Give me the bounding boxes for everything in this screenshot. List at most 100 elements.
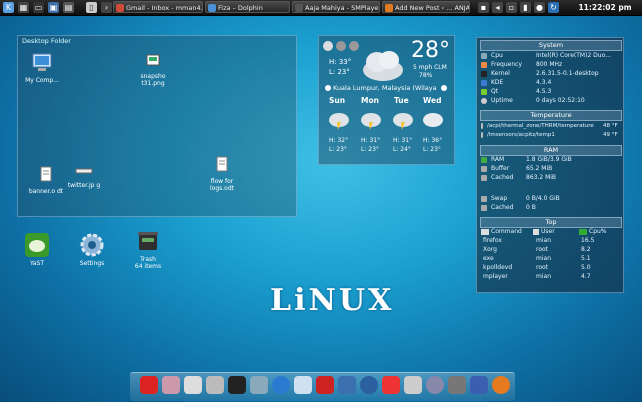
system-row: Qt 4.5.3	[481, 88, 621, 96]
desktop-icon-settings[interactable]: Settings	[72, 232, 112, 267]
chat-icon[interactable]	[426, 376, 444, 394]
system-row: Frequency 800 MHz	[481, 61, 621, 69]
qt-icon	[481, 89, 487, 95]
desktop-folder-widget: Desktop Folder My Comp... snapsho t31.pn…	[17, 35, 297, 217]
trash-small-icon[interactable]: ▯	[86, 2, 97, 13]
top-row: mplayer mian 4.7	[483, 273, 591, 280]
pager-icon[interactable]: ▣	[48, 2, 59, 13]
document-icon	[40, 166, 52, 182]
system-section-title: System	[480, 40, 622, 51]
desktop-icon-yast[interactable]: YaST	[17, 232, 57, 267]
folder-item-twitter[interactable]: twitter.jp g	[62, 166, 106, 189]
folder-item-label: twitter.jp g	[67, 182, 101, 189]
task-smplayer[interactable]: Aaja Mahiya - SMPlayer	[292, 1, 380, 13]
task-label: Add New Post ‹ ... ANJA	[395, 4, 470, 12]
ram-row: Buffer 65.2 MiB	[481, 165, 621, 173]
folder-item-label: flow for logs.odt	[209, 178, 234, 192]
terminal-icon[interactable]	[228, 376, 246, 394]
task-gmail[interactable]: Gmail - Inbox - mman4...	[113, 1, 203, 13]
network-icon[interactable]	[338, 376, 356, 394]
forecast-high: H: 36°	[423, 137, 443, 144]
humidity: 78%	[419, 72, 433, 79]
terminal-small-icon[interactable]: ›	[101, 2, 112, 13]
user-icon	[533, 229, 539, 235]
forecast-cloudy-icon	[423, 113, 443, 127]
tray-clipboard-icon[interactable]: ▫	[506, 2, 517, 13]
clock[interactable]: 11:22:02 pm	[569, 1, 641, 14]
ram-section-title: RAM	[480, 145, 622, 156]
smplayer-icon	[295, 4, 303, 12]
weather-widget: 28° H: 33° L: 23° 5 mph CLM 78% Kuala Lu…	[318, 35, 455, 165]
next-location-icon[interactable]	[441, 85, 447, 91]
swap-row: Cached 0 B	[481, 204, 621, 212]
media-icon[interactable]	[162, 376, 180, 394]
forecast-day: Tue	[394, 96, 409, 105]
uptime-icon	[481, 98, 487, 104]
folder-item-label: banner.o dt	[28, 188, 64, 195]
desktop-icon-trash[interactable]: Trash 64 items	[128, 228, 168, 270]
swap-row: Swap 0 B/4.0 GiB	[481, 195, 621, 203]
thermometer-icon	[481, 123, 483, 129]
kernel-icon	[481, 71, 487, 77]
pen-icon[interactable]	[250, 376, 268, 394]
office-icon[interactable]	[184, 376, 202, 394]
files-icon[interactable]: ▦	[18, 2, 29, 13]
ram-row: Cached 863.2 MiB	[481, 174, 621, 182]
task-dolphin[interactable]: Fiza – Dolphin	[205, 1, 290, 13]
system-row: Uptime 0 days 02:52:10	[481, 97, 621, 105]
ram-icon	[481, 157, 487, 163]
tray-update-icon[interactable]: ↻	[548, 2, 559, 13]
forecast-icons	[329, 113, 443, 130]
cpu-usage-icon	[579, 229, 587, 235]
temperature-row: /acpi/thermal_zone/THRM/temperature 48 °F	[481, 122, 621, 130]
previous-location-icon[interactable]	[325, 85, 331, 91]
tray-device-icon[interactable]: ●	[534, 2, 545, 13]
settings-icon[interactable]	[323, 41, 333, 51]
forecast-low: L: 23°	[423, 146, 441, 153]
firefox-icon	[385, 4, 393, 12]
folder-item-snapshot[interactable]: snapsho t31.png	[131, 53, 175, 87]
computer-icon	[32, 53, 52, 71]
folder-item-flow-for-logs[interactable]: flow for logs.odt	[200, 156, 244, 192]
kde-menu-icon[interactable]: K	[3, 2, 14, 13]
forecast-storm-icon	[329, 113, 349, 130]
forecast-storm-icon	[393, 113, 413, 130]
filezilla-icon[interactable]	[316, 376, 334, 394]
system-icon[interactable]	[470, 376, 488, 394]
system-row: Kernel 2.6.31.5-0.1-desktop	[481, 70, 621, 78]
temperature-row: /lmsensors/acpitz/temp1 49 °F	[481, 131, 621, 139]
task-label: Fiza – Dolphin	[218, 4, 263, 12]
tray-network-icon[interactable]: ▪	[478, 2, 489, 13]
document-icon	[216, 156, 228, 172]
trash-item-count: 64 items	[134, 263, 162, 270]
task-firefox[interactable]: Add New Post ‹ ... ANJA	[382, 1, 470, 13]
pdf-icon[interactable]	[382, 376, 400, 394]
folder-item-label: snapsho t31.png	[140, 73, 166, 87]
folder-item-label: My Comp...	[25, 77, 59, 84]
opera-icon[interactable]	[140, 376, 158, 394]
forecast-storm-icon	[361, 113, 381, 130]
folder-item-my-computer[interactable]: My Comp...	[20, 53, 64, 84]
disk-icon[interactable]	[448, 376, 466, 394]
printer-icon[interactable]	[404, 376, 422, 394]
play-icon[interactable]	[272, 376, 290, 394]
forecast-low: L: 24°	[393, 146, 411, 153]
buffer-icon	[481, 166, 487, 172]
tray-volume-icon[interactable]: ◂	[492, 2, 503, 13]
notes-icon[interactable]	[206, 376, 224, 394]
show-desktop-icon[interactable]: ▭	[33, 2, 44, 13]
weather-location: Kuala Lumpur, Malaysia (Wilaya	[333, 84, 437, 92]
dolphin-icon[interactable]: ▤	[63, 2, 74, 13]
task-label: Aaja Mahiya - SMPlayer	[305, 4, 380, 12]
forecast-high: H: 31°	[361, 137, 381, 144]
wind-icon	[336, 41, 346, 51]
firefox-icon[interactable]	[492, 376, 510, 394]
document-icon[interactable]	[294, 376, 312, 394]
ram-row: RAM 1.8 GiB/3.9 GiB	[481, 156, 621, 164]
thunderbird-icon[interactable]	[360, 376, 378, 394]
system-row: KDE 4.3.4	[481, 79, 621, 87]
tray-battery-icon[interactable]: ▮	[520, 2, 531, 13]
image-file-icon	[75, 168, 93, 174]
frequency-icon	[481, 62, 487, 68]
today-low: L: 23°	[329, 68, 350, 76]
